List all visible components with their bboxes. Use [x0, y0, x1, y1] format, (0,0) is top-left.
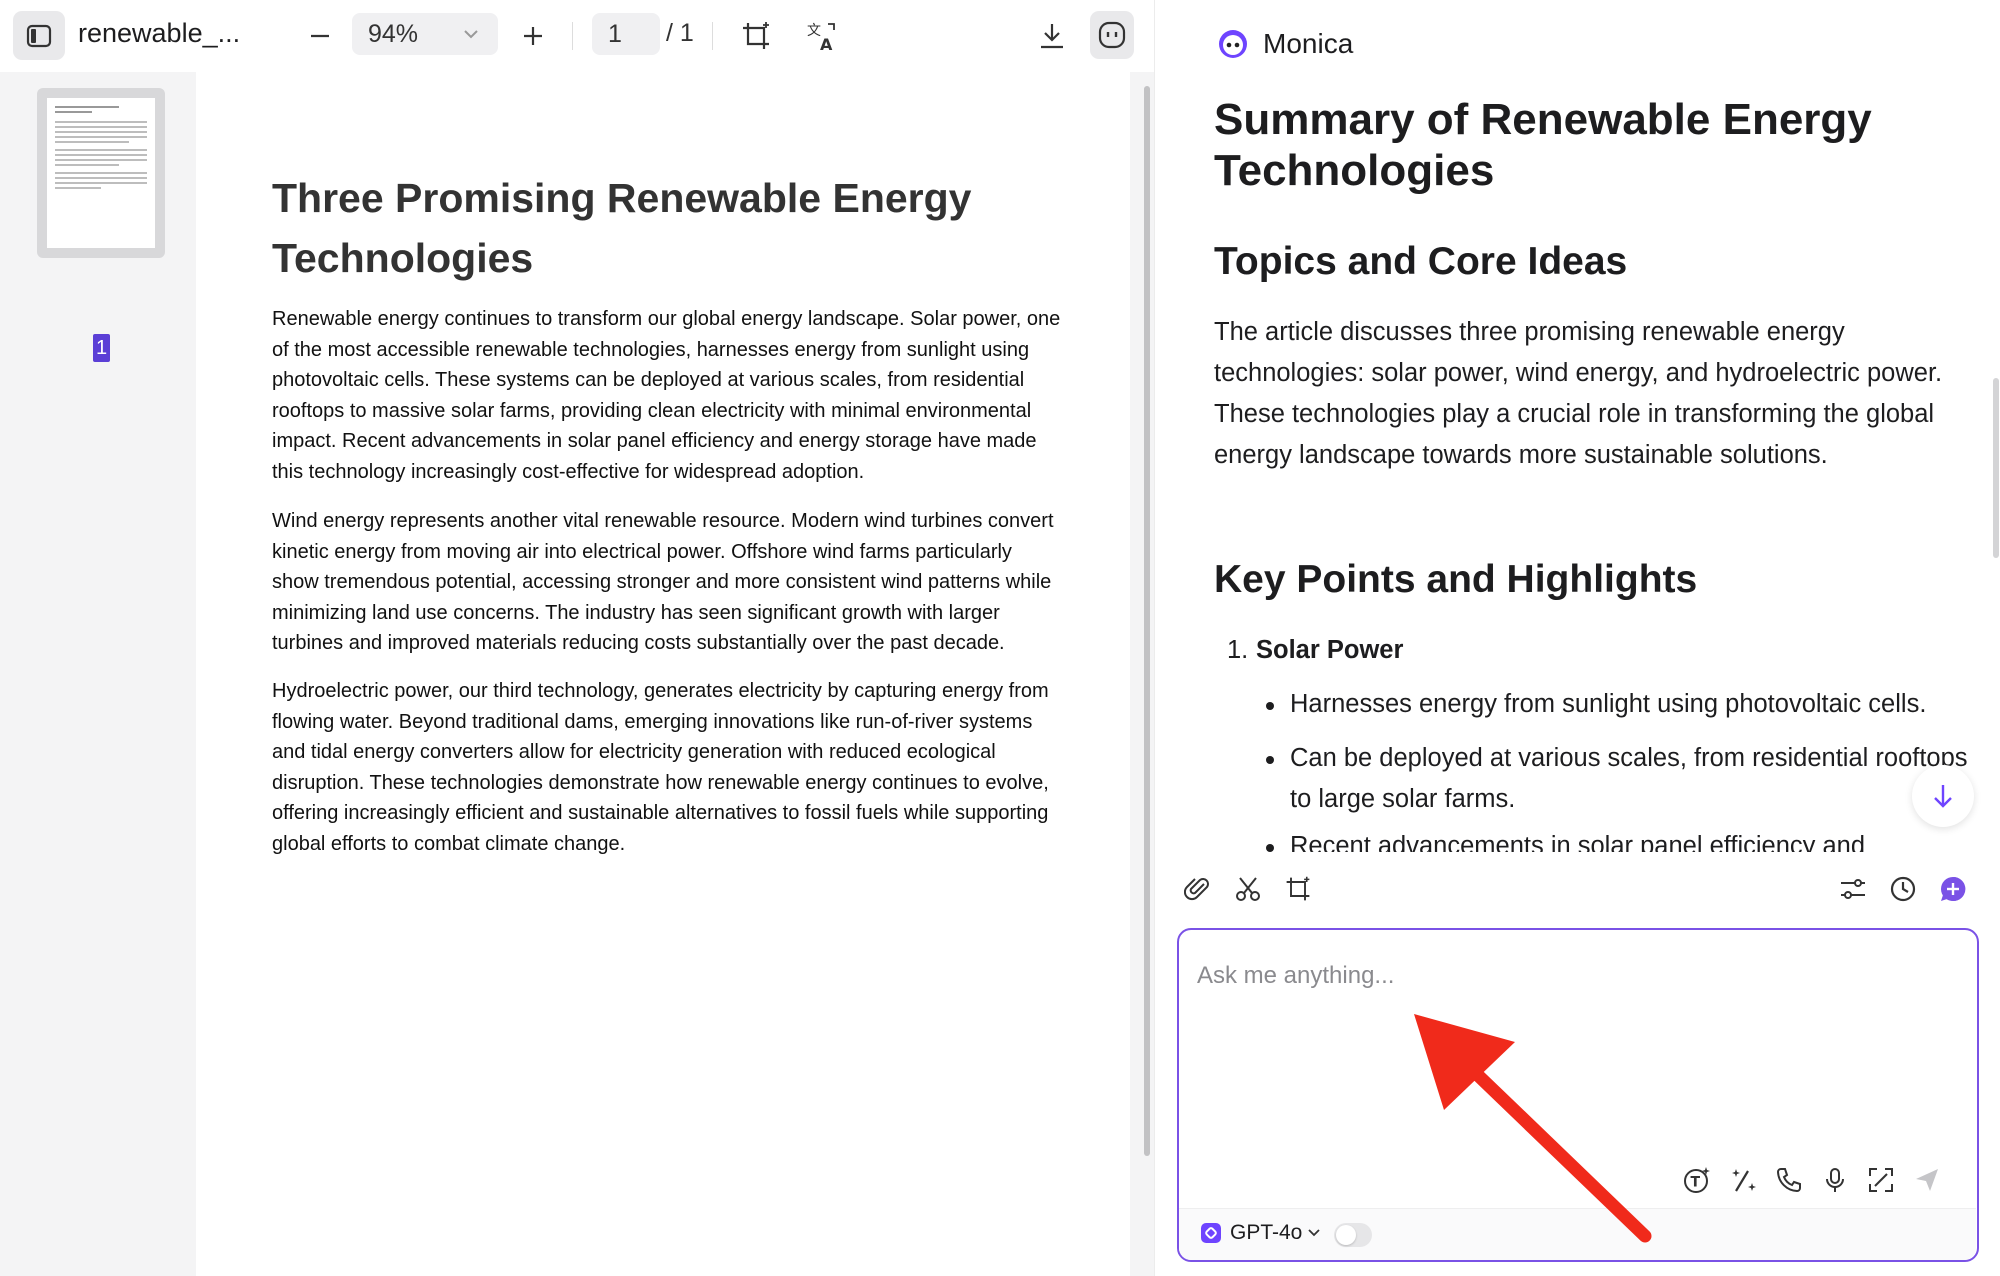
model-selector[interactable]: GPT-4o: [1201, 1221, 1322, 1245]
sidebar-toggle-button[interactable]: [13, 11, 65, 60]
list-item-text: Harnesses energy from sunlight using pho…: [1290, 690, 1927, 718]
text-sparkle-icon: T: [1684, 1167, 1710, 1193]
section-heading: Key Points and Highlights: [1214, 558, 1698, 601]
toolbar-divider: [712, 22, 713, 50]
paperclip-icon: [1184, 878, 1209, 901]
thumbnail-paper: [47, 98, 155, 248]
arrow-down-icon: [1934, 785, 1952, 808]
assistant-toggle-button[interactable]: [1090, 11, 1134, 59]
chevron-down-icon: [464, 30, 478, 39]
crop-icon: [1286, 876, 1310, 901]
phone-icon: [1776, 1168, 1801, 1193]
chat-input-box: T GPT-4o: [1177, 928, 1979, 1262]
clock-icon: [1890, 876, 1916, 902]
new-chat-icon: [1941, 876, 1966, 901]
expand-button[interactable]: [1863, 1162, 1899, 1198]
brand-header: Monica: [1217, 28, 1353, 60]
document-title: Three Promising Renewable Energy Technol…: [272, 175, 972, 281]
prompt-shortcut-button[interactable]: [1725, 1162, 1761, 1198]
page-thumbnail[interactable]: [37, 88, 165, 258]
bullet-dot: [1266, 844, 1274, 852]
bot-face-icon: [1098, 21, 1126, 49]
voice-call-button[interactable]: [1771, 1162, 1807, 1198]
attach-button[interactable]: [1181, 872, 1215, 906]
pdf-viewer: renewable_... 94% 1 / 1 文A 1 Three Promi…: [0, 0, 1154, 1276]
file-name: renewable_...: [78, 18, 241, 48]
settings-button[interactable]: [1836, 872, 1870, 906]
model-icon: [1201, 1223, 1221, 1243]
chat-tools-row: [1155, 868, 2000, 908]
sidebar-icon: [26, 24, 52, 47]
screenshot-button[interactable]: [1231, 872, 1265, 906]
plus-icon: [524, 27, 542, 45]
zoom-value: 94%: [368, 19, 419, 48]
microphone-icon: [1826, 1168, 1844, 1192]
toolbar-divider: [572, 22, 573, 50]
download-icon: [1041, 24, 1063, 49]
section-heading: Topics and Core Ideas: [1214, 240, 1628, 283]
brand-name: Monica: [1263, 28, 1354, 59]
summary-title-block: Summary of Renewable Energy Technologies: [1214, 94, 1974, 196]
document-paragraph: Renewable energy continues to transform …: [272, 308, 1061, 483]
minus-icon: [311, 34, 329, 38]
scroll-to-bottom-button[interactable]: [1912, 765, 1974, 827]
page-number-input[interactable]: 1: [592, 13, 660, 55]
monica-logo-icon: [1219, 30, 1247, 58]
sliders-icon: [1841, 879, 1865, 899]
bullet-dot: [1266, 756, 1274, 764]
list-item: Can be deployed at various scales, from …: [1266, 738, 1980, 820]
document-paragraph: Wind energy represents another vital ren…: [272, 510, 1054, 654]
list-item-text: Can be deployed at various scales, from …: [1290, 744, 1968, 813]
download-button[interactable]: [1030, 14, 1074, 58]
summary-title: Summary of Renewable Energy Technologies: [1214, 95, 1872, 195]
svg-text:A: A: [820, 35, 833, 52]
key-point-title: Solar Power: [1256, 636, 1404, 664]
model-name: GPT-4o: [1230, 1221, 1303, 1244]
page-total: / 1: [666, 19, 694, 47]
chat-input[interactable]: [1197, 956, 1957, 996]
history-button[interactable]: [1886, 872, 1920, 906]
svg-text:文: 文: [807, 23, 821, 39]
input-footer: GPT-4o: [1179, 1208, 1976, 1260]
summary-intro: The article discusses three promising re…: [1214, 318, 1943, 469]
send-button[interactable]: [1909, 1162, 1945, 1198]
list-item: Harnesses energy from sunlight using pho…: [1266, 684, 1980, 725]
zoom-select[interactable]: 94%: [352, 13, 498, 55]
web-access-toggle[interactable]: [1334, 1223, 1372, 1247]
viewer-toolbar: renewable_... 94% 1 / 1 文A: [0, 0, 1154, 72]
slash-sparkle-icon: [1732, 1169, 1756, 1192]
translate-button[interactable]: 文A: [800, 14, 844, 58]
list-number: 1.: [1227, 636, 1249, 664]
pdf-page: Three Promising Renewable Energy Technol…: [196, 72, 1130, 1276]
new-chat-button[interactable]: [1936, 872, 1970, 906]
scrollbar-thumb[interactable]: [1144, 86, 1150, 1156]
expand-icon: [1869, 1168, 1893, 1192]
translate-icon: 文A: [807, 23, 835, 52]
thumbnail-sidebar: 1: [0, 72, 196, 1276]
document-paragraph: Hydroelectric power, our third technolog…: [272, 680, 1049, 855]
crop-capture-button[interactable]: [1281, 872, 1315, 906]
crop-icon: [743, 22, 769, 49]
zoom-out-button[interactable]: [300, 16, 340, 56]
send-icon: [1916, 1169, 1938, 1191]
text-tools-button[interactable]: T: [1679, 1162, 1715, 1198]
panel-scrollbar[interactable]: [1993, 378, 1999, 558]
microphone-button[interactable]: [1817, 1162, 1853, 1198]
chevron-down-icon: [1308, 1229, 1321, 1237]
bullet-dot: [1266, 702, 1274, 710]
document-scrollbar[interactable]: [1130, 72, 1154, 1276]
zoom-in-button[interactable]: [513, 16, 553, 56]
svg-text:T: T: [1691, 1175, 1701, 1191]
page-number-badge: 1: [93, 334, 110, 362]
scissors-icon: [1236, 877, 1260, 901]
monica-panel: Monica Summary of Renewable Energy Techn…: [1154, 0, 2000, 1276]
crop-button[interactable]: [734, 14, 778, 58]
